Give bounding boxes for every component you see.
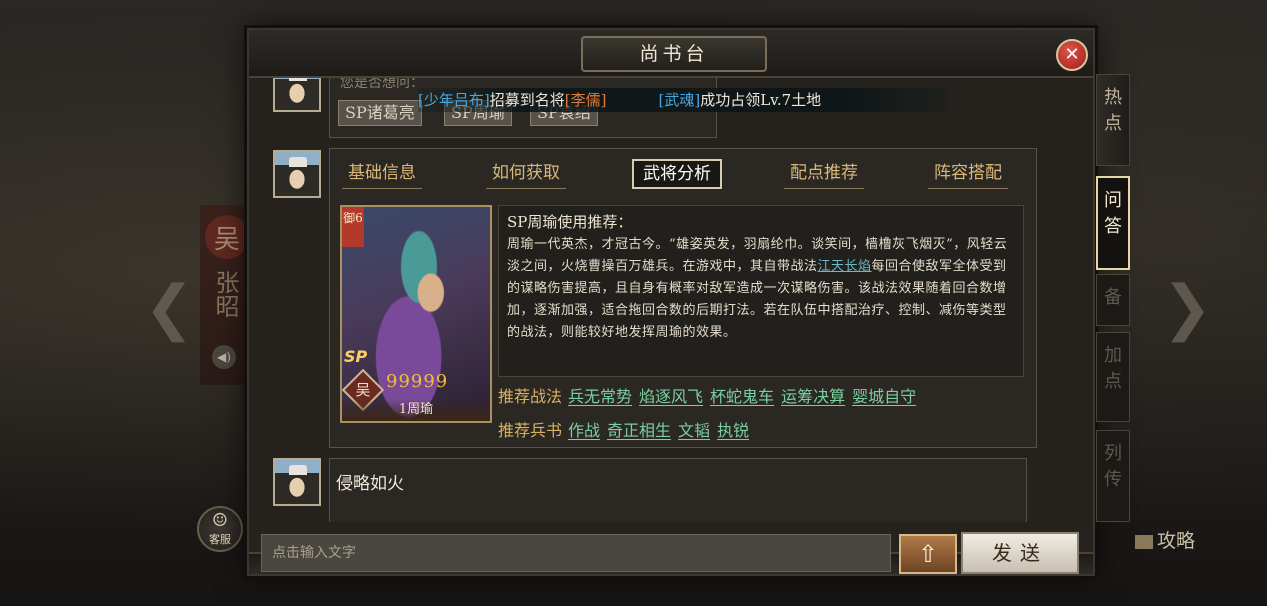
strategy-label: 攻略	[1157, 530, 1196, 552]
dialog-title: 尚书台	[581, 36, 767, 72]
bot-avatar	[273, 458, 321, 506]
chat-bubble-partial: 侵略如火	[329, 458, 1027, 522]
chat-text-input[interactable]	[261, 534, 891, 572]
hero-card-name: 1周瑜	[342, 399, 490, 421]
side-tab-qa[interactable]: 问答	[1096, 176, 1130, 270]
side-tab-label: 热点	[1104, 87, 1122, 134]
chat-input-area: ⇧ 发送	[253, 532, 1091, 578]
bracket: ]	[600, 91, 607, 109]
star-rating: 99999	[386, 371, 449, 392]
customer-service-button[interactable]: ☺ 客服	[197, 506, 243, 552]
skill-link[interactable]: 江天长焰	[818, 259, 872, 274]
recommended-books-label: 推荐兵书	[498, 421, 563, 440]
recommendation-title: SP周瑜使用推荐：	[507, 213, 633, 231]
tab-team-composition[interactable]: 阵容搭配	[928, 159, 1008, 189]
suggestion-prompt: 您是否想问：	[340, 78, 424, 91]
bot-avatar	[273, 78, 321, 112]
background-faction-seal: 吴	[205, 215, 249, 259]
book-icon	[1135, 535, 1153, 549]
side-tab-hot[interactable]: 热点	[1096, 74, 1130, 166]
shangshutai-dialog: 尚书台 ✕ 您是否想问： SP诸葛亮 SP周瑜 SP袁绍 [少年吕布]招募到名将…	[247, 28, 1095, 576]
speaker-icon[interactable]: ◀)	[212, 345, 236, 369]
side-tab-label: 加点	[1104, 345, 1122, 392]
history-up-button[interactable]: ⇧	[899, 534, 957, 574]
chat-history[interactable]: 您是否想问： SP诸葛亮 SP周瑜 SP袁绍 [少年吕布]招募到名将[李儒] [武…	[253, 78, 1091, 530]
hero-name: 李儒	[570, 91, 601, 109]
recommendation-body: 周瑜一代英杰，才冠古今。“雄姿英发，羽扇纶巾。谈笑间，樯橹灰飞烟灭”，风轻云淡之…	[507, 234, 1015, 344]
strategy-button[interactable]: 攻略	[1135, 526, 1195, 553]
message-text: 侵略如火	[336, 474, 404, 494]
nav-right-arrow-icon[interactable]: ❯	[1162, 268, 1212, 348]
tactic-link[interactable]: 运筹决算	[781, 387, 845, 406]
send-button[interactable]: 发送	[961, 532, 1079, 574]
book-link[interactable]: 执锐	[717, 421, 749, 440]
recommendation-text-box: SP周瑜使用推荐： 周瑜一代英杰，才冠古今。“雄姿英发，羽扇纶巾。谈笑间，樯橹灰…	[498, 205, 1024, 377]
chat-bubble-hero-analysis: 基础信息 如何获取 武将分析 配点推荐 阵容搭配 御6 SP 吴 99999 1…	[329, 148, 1037, 448]
side-tab-label: 问答	[1104, 190, 1122, 237]
dialog-footer: ⇧ 发送	[249, 532, 1093, 574]
book-link[interactable]: 文韬	[678, 421, 710, 440]
background-hero-name: 张昭	[211, 270, 239, 318]
bot-avatar	[273, 150, 321, 198]
tab-hero-analysis[interactable]: 武将分析	[632, 159, 722, 189]
side-tab-label: 列传	[1104, 443, 1122, 490]
troop-type-tag: 御6	[342, 207, 364, 247]
side-tab-prepare[interactable]: 备	[1096, 274, 1130, 326]
book-link[interactable]: 奇正相生	[607, 421, 671, 440]
tactic-link[interactable]: 杯蛇鬼车	[710, 387, 774, 406]
recommended-tactics-label: 推荐战法	[498, 387, 563, 406]
player-name: 武魂	[664, 91, 695, 109]
book-link[interactable]: 作战	[568, 421, 600, 440]
tab-point-allocation[interactable]: 配点推荐	[784, 159, 864, 189]
sp-badge: SP	[344, 347, 368, 366]
side-tab-points[interactable]: 加点	[1096, 332, 1130, 422]
tab-how-to-get[interactable]: 如何获取	[486, 159, 566, 189]
nav-left-arrow-icon[interactable]: ❮	[144, 268, 194, 348]
analysis-tabbar: 基础信息 如何获取 武将分析 配点推荐 阵容搭配	[330, 157, 1036, 193]
dialog-header: 尚书台 ✕	[249, 30, 1093, 78]
customer-service-label: 客服	[209, 533, 231, 546]
tab-basic-info[interactable]: 基础信息	[342, 159, 422, 189]
tactic-link[interactable]: 兵无常势	[568, 387, 632, 406]
broadcast-text: 成功占领Lv.7土地	[700, 91, 822, 109]
hero-card-image[interactable]: 御6 SP 吴 99999 1周瑜	[340, 205, 492, 423]
broadcast-marquee: [少年吕布]招募到名将[李儒] [武魂]成功占领Lv.7土地	[418, 88, 948, 112]
tactic-link[interactable]: 婴城自守	[852, 387, 916, 406]
side-tab-biography[interactable]: 列传	[1096, 430, 1130, 522]
broadcast-text: 招募到名将	[489, 91, 565, 109]
suggestion-chip[interactable]: SP诸葛亮	[338, 100, 422, 126]
side-tab-label: 备	[1104, 287, 1122, 308]
customer-service-icon: ☺	[211, 510, 229, 531]
close-button[interactable]: ✕	[1056, 39, 1088, 71]
recommended-tactics-row: 推荐战法 兵无常势 焰逐风飞 杯蛇鬼车 运筹决算 婴城自守	[498, 383, 923, 409]
recommended-books-row: 推荐兵书 作战 奇正相生 文韬 执锐	[498, 417, 756, 443]
player-name: 少年吕布	[423, 91, 484, 109]
tactic-link[interactable]: 焰逐风飞	[639, 387, 703, 406]
